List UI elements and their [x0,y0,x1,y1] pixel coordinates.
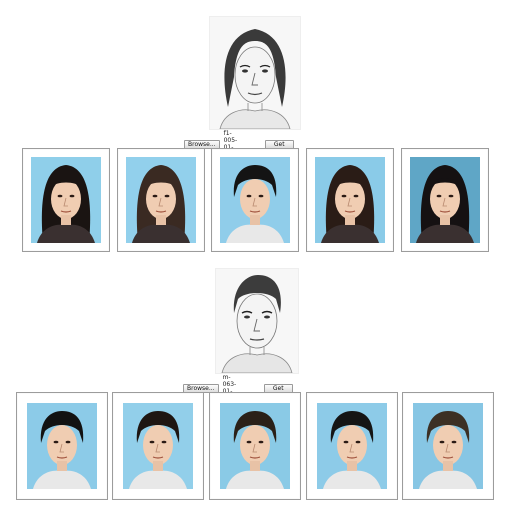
query-sketch-image [215,268,299,374]
result-thumbnail[interactable] [117,148,205,252]
result-photo [410,157,480,243]
result-photo [126,157,196,243]
result-photo [220,157,290,243]
male-face-photo-icon [27,403,97,489]
result-thumbnail[interactable] [112,392,204,500]
result-photo [317,403,387,489]
female-face-photo-icon [31,157,101,243]
result-thumbnail[interactable] [22,148,110,252]
result-thumbnail[interactable] [402,392,494,500]
male-face-sketch-icon [216,269,298,373]
female-face-photo-icon [410,157,480,243]
result-photo [31,157,101,243]
male-face-photo-icon [317,403,387,489]
result-thumbnail[interactable] [306,148,394,252]
result-thumbnail[interactable] [209,392,301,500]
result-thumbnail[interactable] [306,392,398,500]
male-face-photo-icon [123,403,193,489]
female-face-photo-icon [126,157,196,243]
results-row-2 [0,392,512,500]
result-thumbnail[interactable] [211,148,299,252]
female-face-sketch-icon [210,17,300,129]
result-thumbnail[interactable] [401,148,489,252]
results-row-1 [0,148,512,252]
male-face-photo-icon [220,157,290,243]
result-photo [315,157,385,243]
result-photo [220,403,290,489]
result-thumbnail[interactable] [16,392,108,500]
male-face-photo-icon [413,403,483,489]
female-face-photo-icon [315,157,385,243]
result-photo [123,403,193,489]
result-photo [413,403,483,489]
result-photo [27,403,97,489]
query-sketch-image [209,16,301,130]
male-face-photo-icon [220,403,290,489]
